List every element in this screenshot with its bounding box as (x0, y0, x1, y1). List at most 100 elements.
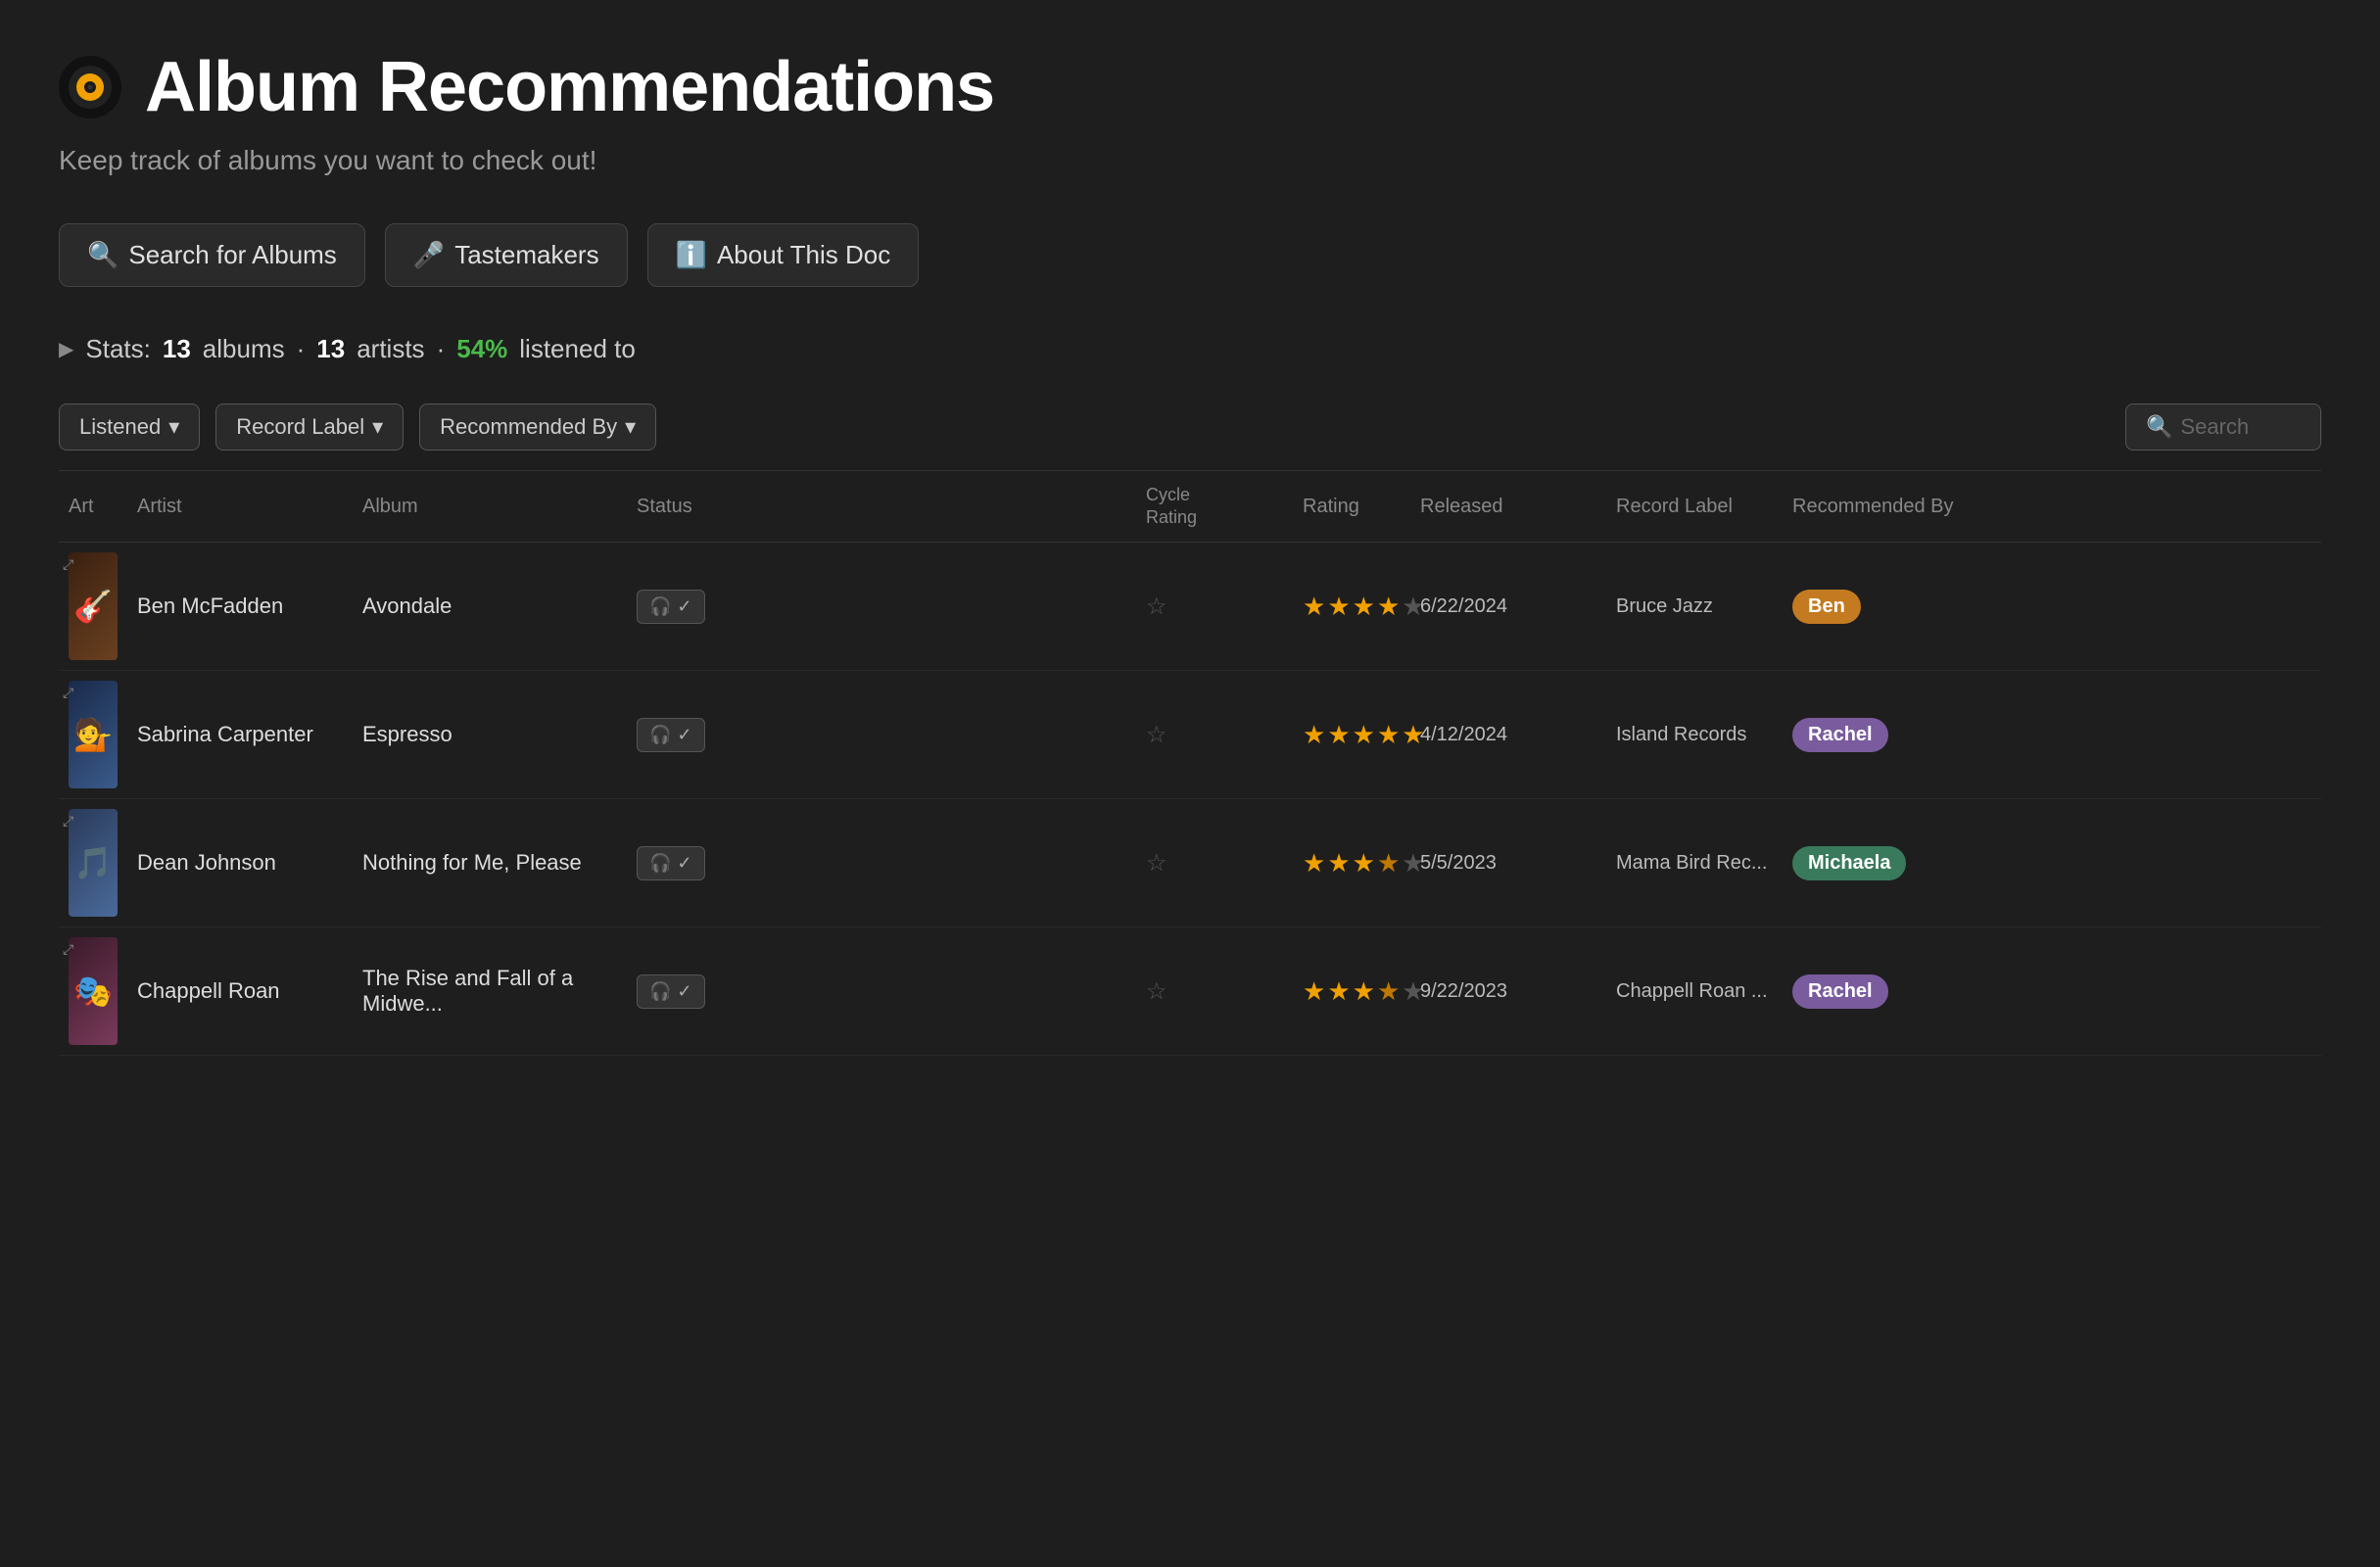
check-icon-2: ✓ (677, 725, 691, 745)
check-icon-4: ✓ (677, 981, 691, 1002)
recommender-cell-4: Rachel (1783, 974, 2321, 1009)
stats-row: ▶ Stats: 13 albums · 13 artists · 54% li… (59, 334, 2321, 364)
expand-icon-2[interactable]: ⤢ (63, 685, 73, 701)
stats-artists-count: 13 (316, 334, 345, 364)
search-albums-label: Search for Albums (128, 240, 336, 270)
expand-icon-3[interactable]: ⤢ (63, 813, 73, 830)
table-row: ⤢ 🎭 Chappell Roan The Rise and Fall of a… (59, 927, 2321, 1056)
released-cell-3: 5/5/2023 (1410, 852, 1606, 875)
recommender-cell-2: Rachel (1783, 718, 2321, 752)
page-container: Album Recommendations Keep track of albu… (0, 0, 2380, 1103)
album-cell-3: Nothing for Me, Please (353, 850, 627, 876)
th-recommended-by: Recommended By (1783, 485, 2321, 528)
filter-row: Listened ▾ Record Label ▾ Recommended By… (59, 404, 2321, 470)
recommended-by-filter[interactable]: Recommended By ▾ (419, 404, 656, 451)
status-cell-1: 🎧 ✓ (627, 590, 1136, 624)
headphones-icon-1: 🎧 (649, 596, 671, 617)
cycle-rating-cell-2: ☆ (1136, 721, 1293, 749)
cycle-star-1[interactable]: ☆ (1146, 594, 1167, 620)
listened-filter[interactable]: Listened ▾ (59, 404, 200, 451)
star-rating-4: ★ ★ ★ ★ ★ (1303, 976, 1401, 1007)
cycle-rating-cell-3: ☆ (1136, 849, 1293, 878)
listened-chevron-icon: ▾ (168, 414, 179, 440)
album-art-4: 🎭 (69, 937, 118, 1045)
search-filter[interactable]: 🔍 Search (2125, 404, 2321, 451)
search-albums-button[interactable]: 🔍 Search for Albums (59, 223, 365, 287)
art-cell-3: ⤢ 🎵 (59, 809, 127, 917)
record-label-chevron-icon: ▾ (372, 414, 383, 440)
th-album: Album (353, 485, 627, 528)
record-label-filter-label: Record Label (236, 414, 364, 440)
expand-icon-1[interactable]: ⤢ (63, 556, 73, 573)
stats-percent: 54% (456, 334, 507, 364)
artist-cell-3: Dean Johnson (127, 850, 353, 876)
search-filter-placeholder: Search (2180, 414, 2249, 440)
recommender-badge-1: Ben (1792, 590, 1861, 624)
headphones-icon-3: 🎧 (649, 853, 671, 874)
cycle-star-4[interactable]: ☆ (1146, 978, 1167, 1005)
about-doc-button[interactable]: ℹ️ About This Doc (647, 223, 920, 287)
search-filter-icon: 🔍 (2146, 414, 2172, 440)
about-doc-label: About This Doc (717, 240, 890, 270)
status-badge-4: 🎧 ✓ (637, 974, 705, 1009)
th-rating: Rating (1293, 485, 1410, 528)
cycle-rating-cell-4: ☆ (1136, 977, 1293, 1006)
th-artist: Artist (127, 485, 353, 528)
listened-filter-label: Listened (79, 414, 161, 440)
album-art-1: 🎸 (69, 552, 118, 660)
stats-percent-label: listened to (519, 334, 636, 364)
released-cell-4: 9/22/2023 (1410, 980, 1606, 1003)
expand-icon-4[interactable]: ⤢ (63, 941, 73, 958)
table-row: ⤢ 💁 Sabrina Carpenter Espresso 🎧 ✓ ☆ ★ ★ (59, 671, 2321, 799)
record-label-cell-2: Island Records (1606, 724, 1783, 746)
page-title: Album Recommendations (145, 47, 994, 127)
recommended-by-chevron-icon: ▾ (625, 414, 636, 440)
stats-albums-count: 13 (163, 334, 191, 364)
artist-cell-4: Chappell Roan (127, 978, 353, 1004)
album-cell-1: Avondale (353, 594, 627, 619)
artist-cell-2: Sabrina Carpenter (127, 722, 353, 747)
table-row: ⤢ 🎵 Dean Johnson Nothing for Me, Please … (59, 799, 2321, 927)
status-badge-3: 🎧 ✓ (637, 846, 705, 880)
star-rating-2: ★ ★ ★ ★ ★ (1303, 720, 1401, 750)
record-label-cell-1: Bruce Jazz (1606, 595, 1783, 618)
tastemakers-button[interactable]: 🎤 Tastemakers (385, 223, 628, 287)
stats-label: Stats: (85, 334, 150, 364)
table-header: Art Artist Album Status Cycle Rating Rat… (59, 471, 2321, 543)
cycle-star-3[interactable]: ☆ (1146, 850, 1167, 877)
rating-cell-3: ★ ★ ★ ★ ★ (1293, 848, 1410, 878)
vinyl-icon (59, 56, 121, 119)
tastemakers-label: Tastemakers (454, 240, 598, 270)
art-cell-2: ⤢ 💁 (59, 681, 127, 788)
album-art-3: 🎵 (69, 809, 118, 917)
star-rating-3: ★ ★ ★ ★ ★ (1303, 848, 1401, 878)
artist-cell-1: Ben McFadden (127, 594, 353, 619)
headphones-icon-4: 🎧 (649, 981, 671, 1002)
album-cell-4: The Rise and Fall of a Midwe... (353, 966, 627, 1017)
stats-dot-2: · (437, 334, 446, 364)
about-doc-icon: ℹ️ (676, 240, 707, 270)
status-cell-4: 🎧 ✓ (627, 974, 1136, 1009)
art-cell-4: ⤢ 🎭 (59, 937, 127, 1045)
table-row: ⤢ 🎸 Ben McFadden Avondale 🎧 ✓ ☆ ★ ★ (59, 543, 2321, 671)
recommender-cell-1: Ben (1783, 590, 2321, 624)
tastemakers-icon: 🎤 (413, 240, 445, 270)
check-icon-1: ✓ (677, 596, 691, 617)
recommended-by-filter-label: Recommended By (440, 414, 617, 440)
released-cell-1: 6/22/2024 (1410, 595, 1606, 618)
record-label-filter[interactable]: Record Label ▾ (215, 404, 404, 451)
stats-albums-unit: albums (203, 334, 285, 364)
status-badge-1: 🎧 ✓ (637, 590, 705, 624)
art-cell-1: ⤢ 🎸 (59, 552, 127, 660)
status-badge-2: 🎧 ✓ (637, 718, 705, 752)
album-art-2: 💁 (69, 681, 118, 788)
stats-arrow-icon: ▶ (59, 337, 73, 361)
header-row: Album Recommendations (59, 47, 2321, 127)
th-record-label: Record Label (1606, 485, 1783, 528)
th-cycle-rating: Cycle Rating (1136, 485, 1293, 528)
recommender-badge-2: Rachel (1792, 718, 1888, 752)
search-albums-icon: 🔍 (87, 240, 119, 270)
recommender-badge-4: Rachel (1792, 974, 1888, 1009)
cycle-star-2[interactable]: ☆ (1146, 722, 1167, 748)
record-label-cell-3: Mama Bird Rec... (1606, 852, 1783, 875)
